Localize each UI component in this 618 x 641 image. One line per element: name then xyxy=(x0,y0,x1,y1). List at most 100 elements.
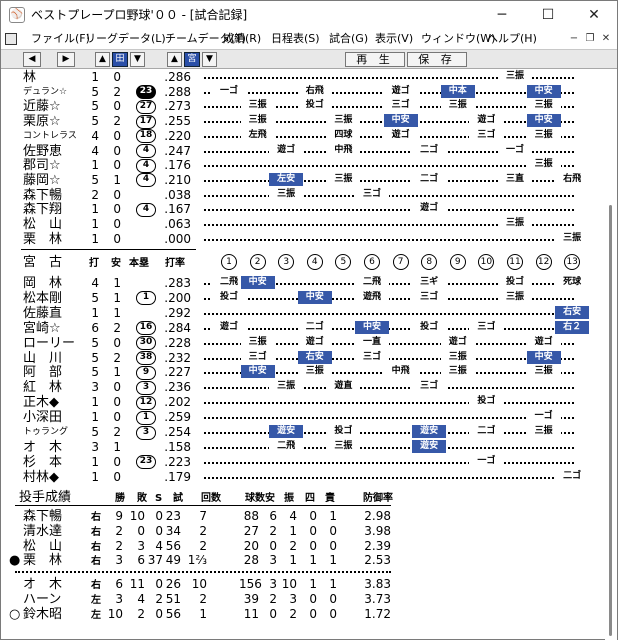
pitcher-name[interactable]: 清水達 xyxy=(23,524,73,539)
batter-name[interactable]: 森下翔 xyxy=(23,202,73,217)
team1-select-button[interactable]: 田 xyxy=(112,52,128,67)
minimize-button[interactable]: ─ xyxy=(479,1,525,29)
batter-name[interactable]: 佐藤直 xyxy=(23,306,73,321)
team2-select-button[interactable]: 宮 xyxy=(184,52,200,67)
at-bat-result: 中安 xyxy=(355,320,389,334)
batter-name[interactable]: デュラン☆ xyxy=(23,85,73,100)
team1-down-button[interactable]: ▼ xyxy=(130,52,145,67)
pitching-stat-era: 1.72 xyxy=(364,606,391,621)
mdi-close-button[interactable]: ✕ xyxy=(599,32,613,46)
pitcher-name[interactable]: オ 木 xyxy=(23,577,73,592)
batter-row: 森下翔 1 0 4 .167 遊ゴ xyxy=(1,202,605,217)
mdi-minimize-button[interactable]: − xyxy=(567,32,581,46)
prev-game-button[interactable]: ◀ xyxy=(23,52,41,67)
pitcher-name[interactable]: 森下暢 xyxy=(23,509,73,524)
batter-name[interactable]: 宮崎☆ xyxy=(23,321,73,336)
batter-name[interactable]: 松 山 xyxy=(23,217,73,232)
menu-window[interactable]: ウィンドウ(W) xyxy=(421,29,495,49)
batter-name[interactable]: コントレラス xyxy=(23,129,77,144)
pitcher-name[interactable]: ハーン xyxy=(23,592,73,607)
batter-name[interactable]: 阿 部 xyxy=(23,365,73,380)
batter-row: 松 山 1 0 .063 三振 xyxy=(1,217,605,232)
home-runs: 16 xyxy=(129,321,163,336)
pitching-stat-h: 0 xyxy=(269,538,277,553)
batter-name[interactable]: 林 xyxy=(23,70,73,85)
at-bats: 5 xyxy=(91,365,99,380)
home-runs: 27 xyxy=(129,99,163,114)
batter-name[interactable]: オ 木 xyxy=(23,440,73,455)
batter-name[interactable]: 杉 本 xyxy=(23,455,73,470)
pitcher-name[interactable]: 鈴木昭 xyxy=(23,607,73,622)
at-bat-result: 三振 xyxy=(555,231,590,245)
document-icon[interactable] xyxy=(5,33,17,45)
team2-up-button[interactable]: ▲ xyxy=(167,52,182,67)
pitching-header-row: 投手成績 勝 敗 S 試 回数 球数安振四責 防御率 xyxy=(1,490,605,505)
play-button[interactable]: 再 生 xyxy=(345,52,405,67)
menu-game[interactable]: 試合(G) xyxy=(329,29,368,49)
at-bats: 3 xyxy=(91,380,99,395)
pitcher-name[interactable]: 栗 林 xyxy=(23,553,73,568)
at-bat-result: 一直 xyxy=(355,335,389,349)
batter-name[interactable]: 正木◆ xyxy=(23,395,73,410)
batter-name[interactable]: 山 川 xyxy=(23,351,73,366)
pitching-stat-bb: 0 xyxy=(309,606,317,621)
at-bat-result: 三振 xyxy=(297,365,332,379)
pitching-stat-era: 2.53 xyxy=(364,553,391,568)
pitching-column-header: 回数 xyxy=(201,493,221,504)
pitcher-row: 清水達右 2 0 0 34 2 27 2 1 0 0 3.98 xyxy=(1,524,605,539)
batter-name[interactable]: 岡 林 xyxy=(23,276,73,291)
batter-name[interactable]: 村林◆ xyxy=(23,470,73,485)
title-bar[interactable]: ⚾ ベストプレープロ野球'００ - [試合記録] ─ ☐ ✕ xyxy=(1,1,617,29)
batter-name[interactable]: 栗原☆ xyxy=(23,114,73,129)
pitching-stat-bb: 1 xyxy=(309,577,317,591)
pitcher-name[interactable]: 松 山 xyxy=(23,539,73,554)
scrollbar-thumb[interactable] xyxy=(609,205,612,636)
at-bat-result: 三振 xyxy=(526,425,561,438)
batter-name[interactable]: 小深田 xyxy=(23,410,73,425)
menu-view[interactable]: 表示(V) xyxy=(375,29,413,49)
batter-row: オ 木 3 1 .158 二飛 三振 遊安 xyxy=(1,439,605,455)
divider xyxy=(21,249,196,250)
at-bat-result: 中飛 xyxy=(383,365,418,379)
vertical-scrollbar[interactable] xyxy=(605,69,617,641)
at-bat-result: 三振 xyxy=(269,380,304,394)
at-bat-result: 中安 xyxy=(240,276,275,289)
batter-name[interactable]: 佐野恵 xyxy=(23,144,73,159)
at-bats: 1 xyxy=(91,231,99,246)
batter-name[interactable]: ローリー xyxy=(23,336,75,351)
menu-records[interactable]: 成績(R) xyxy=(223,29,261,49)
close-button[interactable]: ✕ xyxy=(571,1,617,29)
menu-schedule[interactable]: 日程表(S) xyxy=(271,29,320,49)
batter-name[interactable]: トゥラング xyxy=(23,425,73,440)
at-bat-result: 三振 xyxy=(326,114,361,128)
dotted-leader xyxy=(204,312,574,315)
maximize-button[interactable]: ☐ xyxy=(525,1,571,29)
home-runs: 4 xyxy=(129,173,163,188)
pitching-stat-g: 49 xyxy=(165,553,181,568)
menu-help[interactable]: ヘルプ(H) xyxy=(487,29,537,49)
menu-file[interactable]: ファイル(F) xyxy=(31,29,90,49)
batter-name[interactable]: 松本剛 xyxy=(23,291,73,306)
batter-name[interactable]: 森下暢 xyxy=(23,188,73,203)
batter-name[interactable]: 藤岡☆ xyxy=(23,173,73,188)
hits: 0 xyxy=(113,469,121,484)
batting-average: .038 xyxy=(164,187,191,202)
batter-name[interactable]: 近藤☆ xyxy=(23,99,73,114)
header-avg: 打率 xyxy=(165,258,185,269)
pitching-stat-era: 3.83 xyxy=(364,577,391,591)
mdi-restore-button[interactable]: ❐ xyxy=(583,32,597,46)
next-game-button[interactable]: ▶ xyxy=(57,52,75,67)
home-run-count-badge: 30 xyxy=(136,336,156,351)
batter-name[interactable]: 栗 林 xyxy=(23,232,73,247)
team1-up-button[interactable]: ▲ xyxy=(95,52,110,67)
batter-row: 山 川 5 2 38 .232 三ゴ 右安 三ゴ 三振 中安 xyxy=(1,350,605,366)
save-button[interactable]: 保 存 xyxy=(407,52,467,67)
at-bat-result: 三ゴ xyxy=(355,187,389,201)
menu-league-data[interactable]: リーグデータ(L) xyxy=(85,29,166,49)
at-bat-result: 三ゴ xyxy=(240,350,275,364)
team2-down-button[interactable]: ▼ xyxy=(202,52,217,67)
batter-name[interactable]: 紅 林 xyxy=(23,380,73,395)
pitching-stat-era: 2.98 xyxy=(364,509,391,523)
batter-name[interactable]: 郡司☆ xyxy=(23,158,73,173)
hits: 2 xyxy=(113,84,121,99)
